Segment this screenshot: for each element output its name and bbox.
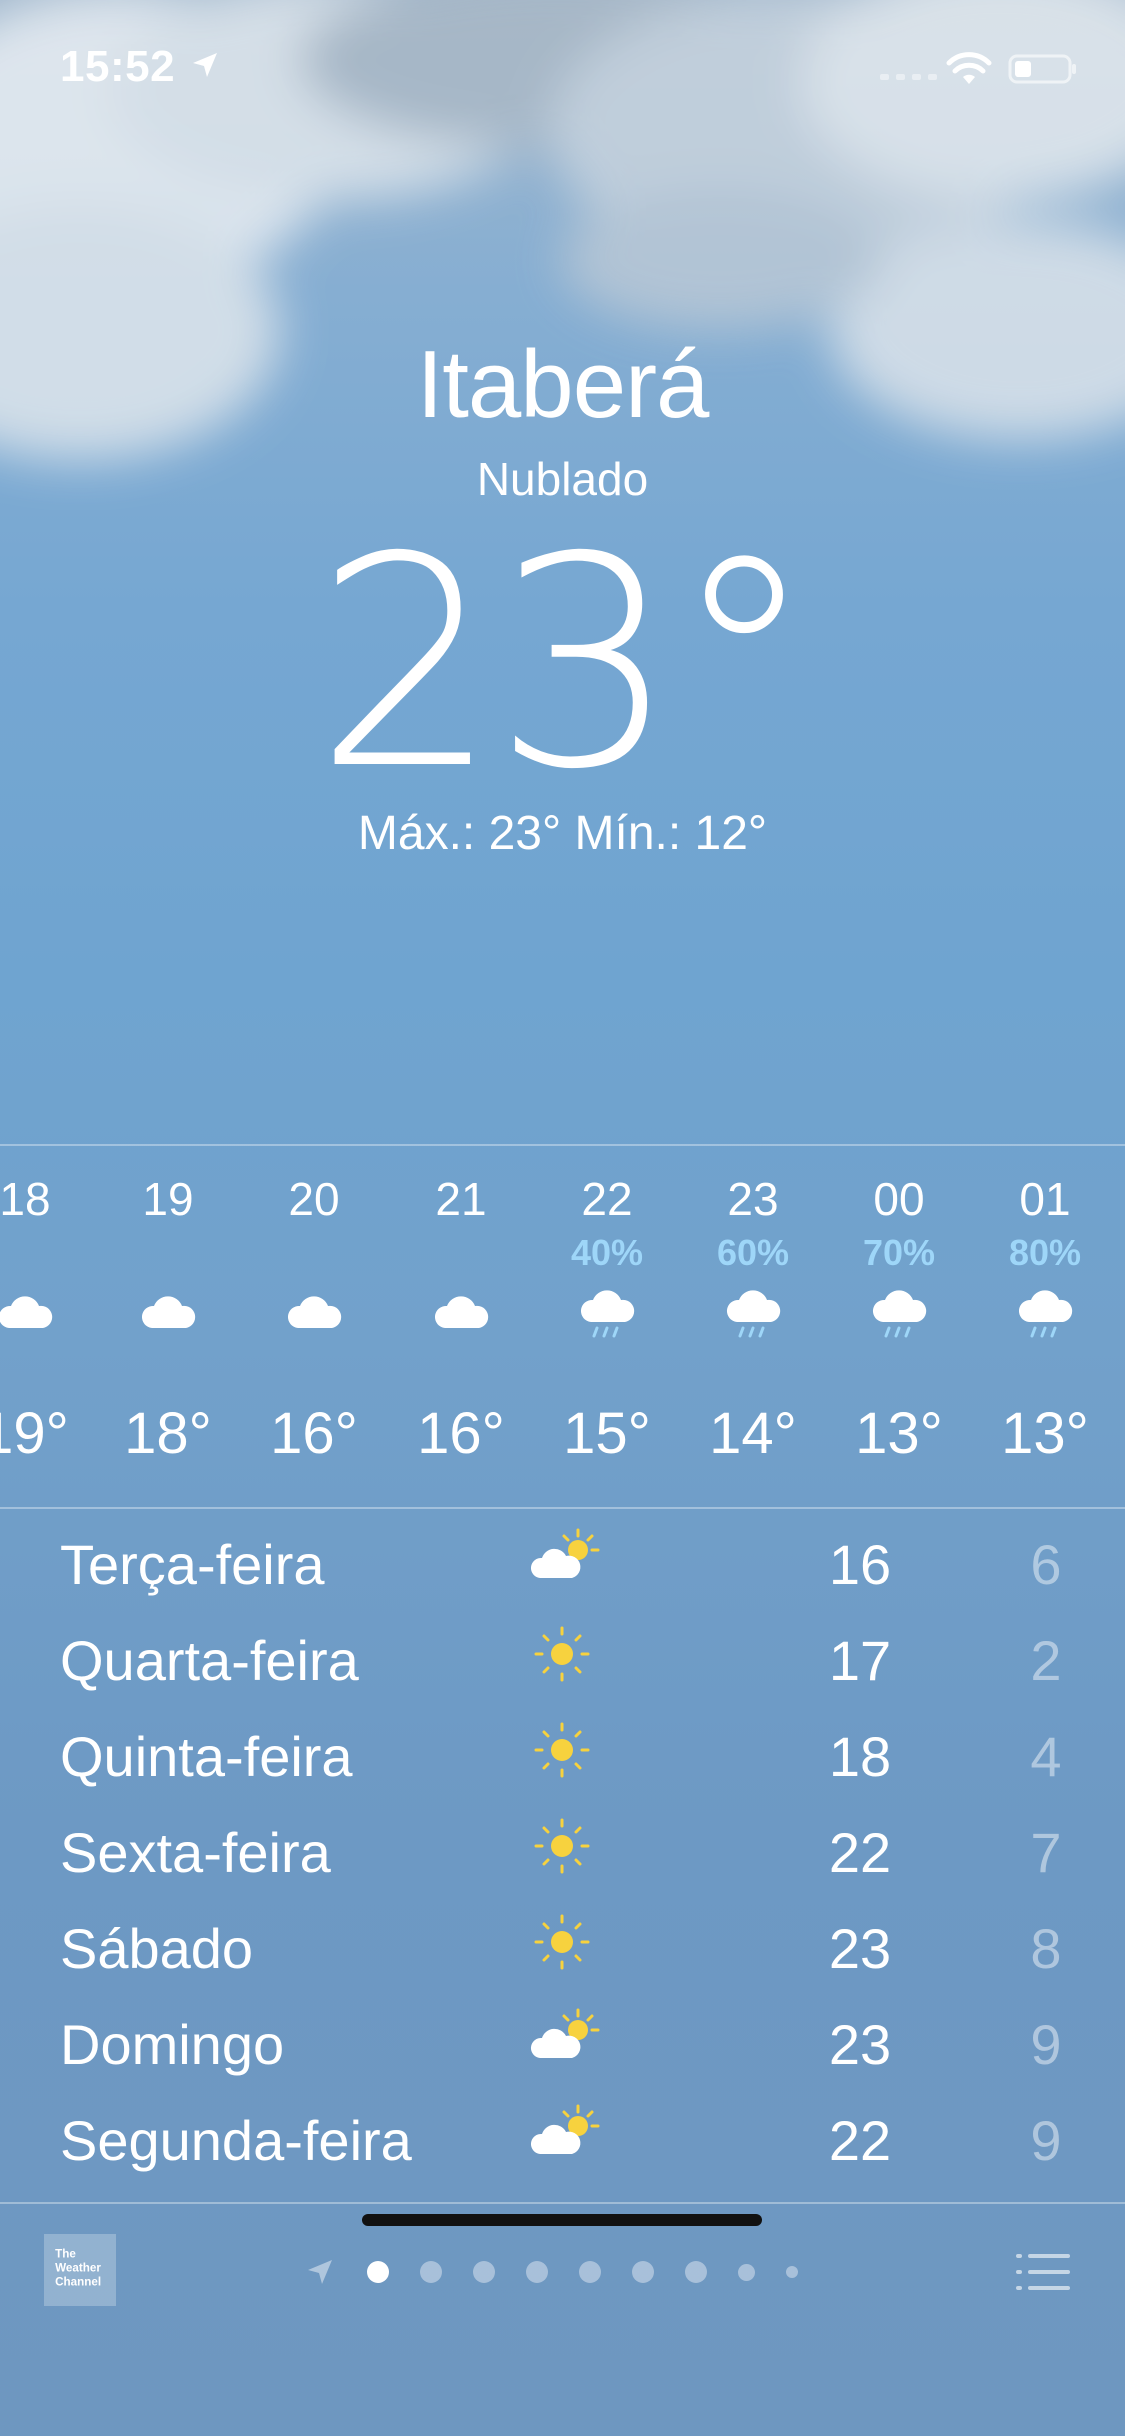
rain-cloud-icon (726, 1290, 781, 1338)
day-high: 22 (828, 2109, 892, 2172)
precip-chance: 60% (716, 1232, 790, 1273)
partly-sunny-icon (530, 2008, 600, 2058)
home-indicator (362, 2214, 762, 2226)
day-low: 7 (1030, 1821, 1062, 1884)
partly-sunny-icon (530, 1528, 600, 1578)
weather-channel-logo[interactable]: The Weather Channel (44, 2234, 116, 2306)
precip-chance: 40% (570, 1232, 644, 1273)
page-dot[interactable] (367, 2261, 389, 2283)
hourly-forecast[interactable]: 18 19° 19 18° 20 16° 21 16° 22 40% 15° 2… (0, 1148, 1125, 1508)
hour-time: 00 (873, 1173, 925, 1225)
daily-row: Terça-feira 16 6 (0, 1510, 1125, 1606)
svg-text:Weather: Weather (55, 2262, 101, 2275)
page-indicator[interactable] (305, 2252, 829, 2292)
day-name: Quarta-feira (60, 1629, 359, 1692)
day-high: 16 (828, 1533, 892, 1596)
hour-temperature: 18° (124, 1401, 212, 1466)
status-time: 15:52 (60, 42, 176, 91)
hour-temperature: 15° (563, 1401, 651, 1466)
day-low: 9 (1030, 2013, 1062, 2076)
rain-cloud-icon (1018, 1290, 1073, 1338)
day-name: Sexta-feira (60, 1821, 331, 1884)
daily-row: Domingo 23 9 (0, 1990, 1125, 2086)
day-high: 18 (828, 1725, 892, 1788)
daily-row: Quinta-feira 18 4 (0, 1702, 1125, 1798)
current-temperature: 23° (314, 496, 816, 833)
wifi-icon (946, 52, 992, 84)
bottom-bar: The Weather Channel (0, 2202, 1125, 2436)
location-arrow-icon (193, 53, 217, 77)
page-dot[interactable] (420, 2261, 442, 2283)
page-dot[interactable] (632, 2261, 654, 2283)
day-name: Segunda-feira (60, 2109, 412, 2172)
hour-temperature: 16° (270, 1401, 358, 1466)
hour-time: 01 (1019, 1173, 1071, 1225)
city-name: Itaberá (416, 331, 710, 438)
svg-text:Channel: Channel (55, 2276, 101, 2289)
hour-time: 21 (435, 1173, 487, 1225)
daily-row: Segunda-feira 22 9 (0, 2086, 1125, 2182)
hour-temperature: 16° (417, 1401, 505, 1466)
svg-text:The: The (55, 2248, 76, 2261)
daily-row: Sábado 23 8 (0, 1894, 1125, 1990)
day-low: 6 (1030, 1533, 1062, 1596)
day-low: 8 (1030, 1917, 1062, 1980)
hour-time: 18 (0, 1173, 51, 1225)
day-name: Domingo (60, 2013, 285, 2076)
daily-row: Sexta-feira 22 7 (0, 1798, 1125, 1894)
hour-temperature: 13° (855, 1401, 943, 1466)
rain-cloud-icon (872, 1290, 927, 1338)
page-dot[interactable] (526, 2261, 548, 2283)
page-dot[interactable] (685, 2261, 707, 2283)
hour-temperature: 14° (709, 1401, 797, 1466)
cloud-icon (434, 1296, 489, 1328)
hour-time: 23 (727, 1173, 779, 1225)
precip-chance: 70% (862, 1232, 936, 1273)
sun-icon (534, 1722, 590, 1778)
precip-chance: 80% (1008, 1232, 1082, 1273)
day-low: 2 (1030, 1629, 1062, 1692)
daily-row: Quarta-feira 17 2 (0, 1606, 1125, 1702)
page-dot[interactable] (786, 2266, 798, 2278)
hour-temperature: 13° (1001, 1401, 1089, 1466)
cloud-icon (141, 1296, 196, 1328)
day-high: 23 (828, 2013, 892, 2076)
hour-time: 20 (288, 1173, 340, 1225)
cellular-signal-icon (880, 74, 937, 80)
hour-temperature: 19° (0, 1401, 69, 1466)
cloud-icon (287, 1296, 342, 1328)
day-high: 22 (828, 1821, 892, 1884)
page-dot[interactable] (473, 2261, 495, 2283)
day-low: 9 (1030, 2109, 1062, 2172)
day-name: Quinta-feira (60, 1725, 353, 1788)
high-low: Máx.: 23° Mín.: 12° (357, 807, 768, 860)
day-high: 17 (828, 1629, 892, 1692)
day-name: Sábado (60, 1917, 254, 1980)
divider (0, 1144, 1125, 1146)
sun-icon (534, 1818, 590, 1874)
rain-cloud-icon (580, 1290, 635, 1338)
day-high: 23 (828, 1917, 892, 1980)
page-dot[interactable] (738, 2263, 755, 2281)
divider (0, 1507, 1125, 1509)
battery-icon (1008, 54, 1076, 84)
status-bar: 15:52 (0, 0, 1125, 130)
day-name: Terça-feira (60, 1533, 325, 1596)
cloud-icon (0, 1296, 53, 1328)
location-arrow-icon (308, 2260, 332, 2284)
page-dot[interactable] (579, 2261, 601, 2283)
day-low: 4 (1030, 1725, 1062, 1788)
sun-icon (534, 1914, 590, 1970)
hour-time: 22 (581, 1173, 633, 1225)
hour-time: 19 (142, 1173, 194, 1225)
list-icon[interactable] (1016, 2250, 1072, 2296)
partly-sunny-icon (530, 2104, 600, 2154)
sun-icon (534, 1626, 590, 1682)
